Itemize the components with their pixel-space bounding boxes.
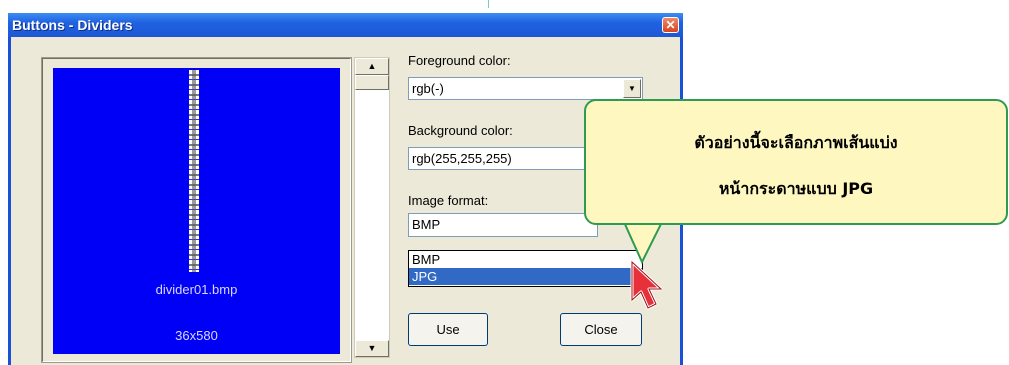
buttons-dividers-dialog: Buttons - Dividers ✕ divider01.bmp 36x58… — [8, 13, 683, 365]
image-preview[interactable]: divider01.bmp 36x580 — [53, 68, 340, 354]
option-bmp[interactable]: BMP — [409, 251, 642, 268]
callout-bubble: ตัวอย่างนี้จะเลือกภาพเส้นแบ่ง หน้ากระดาษ… — [584, 99, 1008, 225]
window-title: Buttons - Dividers — [12, 17, 133, 33]
background-divider-line — [488, 0, 489, 8]
callout-line-1: ตัวอย่างนี้จะเลือกภาพเส้นแบ่ง — [694, 133, 898, 152]
close-icon[interactable]: ✕ — [662, 17, 679, 33]
preview-dimensions: 36x580 — [175, 328, 218, 343]
use-button[interactable]: Use — [408, 313, 488, 346]
image-format-value: BMP — [412, 217, 441, 232]
scroll-thumb[interactable] — [355, 75, 389, 90]
foreground-color-value: rgb(-) — [412, 81, 444, 96]
foreground-color-select[interactable]: rgb(-) ▼ — [408, 77, 643, 100]
image-format-dropdown[interactable]: BMP JPG — [408, 250, 643, 287]
divider-image — [189, 70, 199, 272]
background-color-label: Background color: — [408, 123, 513, 138]
foreground-color-label: Foreground color: — [408, 53, 511, 68]
option-jpg[interactable]: JPG — [409, 268, 642, 285]
arrow-pointer-icon — [630, 260, 663, 310]
chevron-down-icon[interactable]: ▼ — [623, 79, 641, 98]
preview-file-name: divider01.bmp — [155, 282, 238, 297]
background-color-value: rgb(255,255,255) — [412, 151, 512, 166]
callout-line-2: หน้ากระดาษแบบ JPG — [718, 179, 874, 198]
image-format-select[interactable]: BMP — [408, 213, 598, 237]
scroll-up-icon[interactable]: ▲ — [355, 58, 389, 75]
scroll-down-icon[interactable]: ▼ — [355, 340, 389, 357]
background-color-input[interactable]: rgb(255,255,255) — [408, 147, 598, 170]
title-bar[interactable]: Buttons - Dividers ✕ — [8, 13, 683, 37]
image-format-label: Image format: — [408, 193, 489, 208]
preview-scrollbar[interactable]: ▲ ▼ — [354, 57, 390, 358]
preview-frame: divider01.bmp 36x580 — [41, 57, 352, 363]
